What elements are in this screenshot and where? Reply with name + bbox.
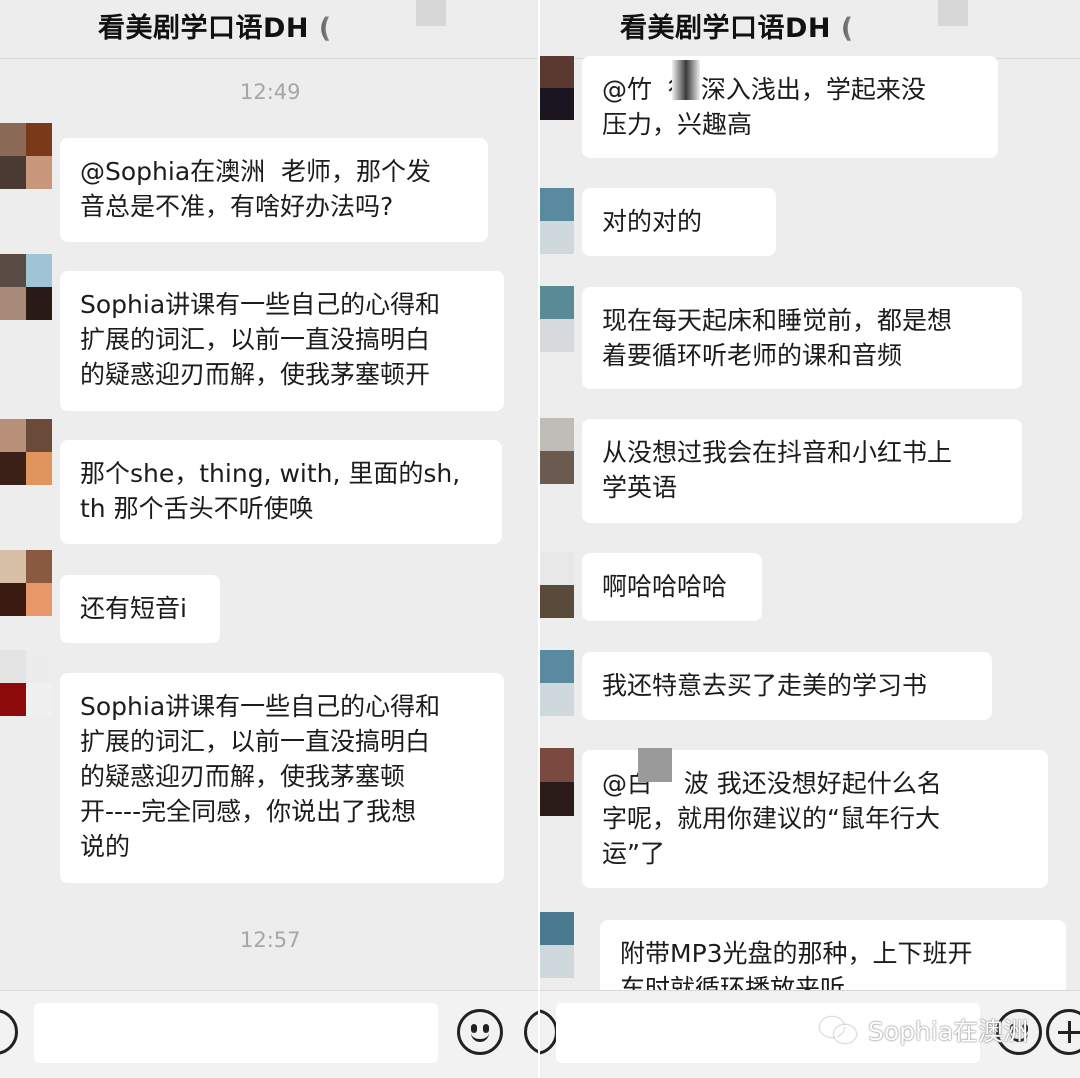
watermark: Sophia在澳洲 [820,1008,1028,1052]
message-bubble[interactable]: 啊哈哈哈哈 [582,553,762,621]
message-text: Sophia讲课有一些自己的心得和 扩展的词汇，以前一直没搞明白 的疑惑迎刃而解… [80,290,441,389]
avatar[interactable] [540,650,574,716]
message-bubble[interactable]: @Sophia在澳洲 老师，那个发 音总是不准，有啥好办法吗? [60,138,488,242]
emoji-icon[interactable] [457,1009,503,1055]
input-bar [0,990,540,1078]
chat-header: 看美剧学口语DH ( [540,0,1080,56]
wechat-icon [820,1015,860,1045]
message-text: @竹 行 深入浅出，学起来没 压力，兴趣高 [602,75,926,139]
message-text: @Sophia在澳洲 老师，那个发 音总是不准，有啥好办法吗? [80,157,432,221]
avatar[interactable] [0,254,52,320]
message-text: 现在每天起床和睡觉前，都是想 着要循环听老师的课和音频 [602,306,953,370]
title-fade [318,8,350,40]
avatar[interactable] [540,286,574,352]
header-divider [0,58,540,59]
message-bubble[interactable]: 我还特意去买了走美的学习书 [582,652,992,720]
message-bubble[interactable]: 对的对的 [582,188,776,256]
message-bubble[interactable]: 那个she，thing, with, 里面的sh, th 那个舌头不听使唤 [60,440,502,544]
message-input[interactable] [34,1003,438,1063]
watermark-text: Sophia在澳洲 [868,1017,1029,1046]
chat-title[interactable]: 看美剧学口语DH ( [620,6,854,45]
message-text: Sophia讲课有一些自己的心得和 扩展的词汇，以前一直没搞明白 的疑惑迎刃而解… [80,692,441,861]
censor-block [416,0,446,26]
voice-icon[interactable] [0,1009,18,1055]
chat-title[interactable]: 看美剧学口语DH ( [98,6,332,45]
avatar[interactable] [0,650,52,716]
message-bubble[interactable]: 从没想过我会在抖音和小红书上 学英语 [582,419,1022,523]
message-text: 那个she，thing, with, 里面的sh, th 那个舌头不听使唤 [80,459,461,523]
message-text: 对的对的 [602,207,703,236]
chat-panel-left: 看美剧学口语DH ( 12:49 @Sophia在澳洲 老师，那个发 音总是不准… [0,0,540,1078]
timestamp: 12:49 [240,80,301,104]
timestamp: 12:57 [240,928,301,952]
avatar[interactable] [540,748,574,816]
message-bubble[interactable]: Sophia讲课有一些自己的心得和 扩展的词汇，以前一直没搞明白 的疑惑迎刃而解… [60,673,504,883]
avatar[interactable] [540,552,574,618]
censor-block [672,60,700,100]
chat-panel-right: 看美剧学口语DH ( @竹 行 深入浅出，学起来没 压力，兴趣高 对的对的 现在… [540,0,1080,1078]
message-bubble[interactable]: 现在每天起床和睡觉前，都是想 着要循环听老师的课和音频 [582,287,1022,389]
avatar[interactable] [0,550,52,616]
avatar[interactable] [0,419,52,485]
avatar[interactable] [540,188,574,254]
message-text: 还有短音i [80,594,187,623]
avatar[interactable] [540,912,574,978]
message-bubble[interactable]: @竹 行 深入浅出，学起来没 压力，兴趣高 [582,56,998,158]
title-fade [840,8,872,40]
avatar[interactable] [540,418,574,484]
message-text: 从没想过我会在抖音和小红书上 学英语 [602,438,953,502]
chat-header: 看美剧学口语DH ( [0,0,540,56]
avatar[interactable] [540,56,574,120]
censor-block [638,748,672,782]
message-bubble[interactable]: 还有短音i [60,575,220,643]
avatar[interactable] [0,123,52,189]
message-text: 啊哈哈哈哈 [602,572,728,601]
message-bubble[interactable]: Sophia讲课有一些自己的心得和 扩展的词汇，以前一直没搞明白 的疑惑迎刃而解… [60,271,504,411]
censor-block [938,0,968,26]
message-text: 我还特意去买了走美的学习书 [602,671,928,700]
plus-circle-icon[interactable] [1046,1009,1080,1055]
